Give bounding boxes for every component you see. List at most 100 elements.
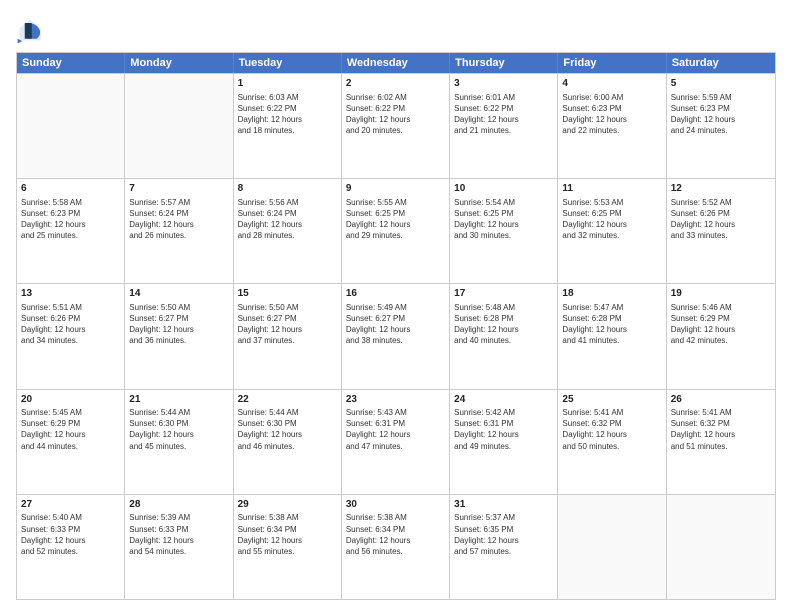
day-number: 22 (238, 393, 337, 407)
cell-text: Sunrise: 5:49 AMSunset: 6:27 PMDaylight:… (346, 302, 445, 347)
cell-text: Sunrise: 6:01 AMSunset: 6:22 PMDaylight:… (454, 92, 553, 137)
header-day-friday: Friday (558, 53, 666, 73)
day-number: 1 (238, 77, 337, 91)
header-day-sunday: Sunday (17, 53, 125, 73)
calendar-cell: 26Sunrise: 5:41 AMSunset: 6:32 PMDayligh… (667, 390, 775, 494)
calendar-header: SundayMondayTuesdayWednesdayThursdayFrid… (17, 53, 775, 73)
cell-text: Sunrise: 5:55 AMSunset: 6:25 PMDaylight:… (346, 197, 445, 242)
cell-text: Sunrise: 5:42 AMSunset: 6:31 PMDaylight:… (454, 407, 553, 452)
day-number: 27 (21, 498, 120, 512)
calendar-row-2: 6Sunrise: 5:58 AMSunset: 6:23 PMDaylight… (17, 178, 775, 283)
calendar-cell (558, 495, 666, 599)
cell-text: Sunrise: 5:45 AMSunset: 6:29 PMDaylight:… (21, 407, 120, 452)
calendar-cell: 28Sunrise: 5:39 AMSunset: 6:33 PMDayligh… (125, 495, 233, 599)
calendar-cell: 30Sunrise: 5:38 AMSunset: 6:34 PMDayligh… (342, 495, 450, 599)
calendar-cell: 9Sunrise: 5:55 AMSunset: 6:25 PMDaylight… (342, 179, 450, 283)
calendar-cell: 8Sunrise: 5:56 AMSunset: 6:24 PMDaylight… (234, 179, 342, 283)
calendar-cell: 22Sunrise: 5:44 AMSunset: 6:30 PMDayligh… (234, 390, 342, 494)
cell-text: Sunrise: 5:38 AMSunset: 6:34 PMDaylight:… (238, 512, 337, 557)
cell-text: Sunrise: 5:43 AMSunset: 6:31 PMDaylight:… (346, 407, 445, 452)
calendar-cell: 6Sunrise: 5:58 AMSunset: 6:23 PMDaylight… (17, 179, 125, 283)
day-number: 18 (562, 287, 661, 301)
calendar-cell: 21Sunrise: 5:44 AMSunset: 6:30 PMDayligh… (125, 390, 233, 494)
calendar-cell: 20Sunrise: 5:45 AMSunset: 6:29 PMDayligh… (17, 390, 125, 494)
calendar-cell (17, 74, 125, 178)
calendar: SundayMondayTuesdayWednesdayThursdayFrid… (16, 52, 776, 600)
day-number: 11 (562, 182, 661, 196)
cell-text: Sunrise: 5:57 AMSunset: 6:24 PMDaylight:… (129, 197, 228, 242)
cell-text: Sunrise: 5:50 AMSunset: 6:27 PMDaylight:… (129, 302, 228, 347)
day-number: 24 (454, 393, 553, 407)
cell-text: Sunrise: 6:02 AMSunset: 6:22 PMDaylight:… (346, 92, 445, 137)
page: ▶ SundayMondayTuesdayWednesdayThursdayFr… (0, 0, 792, 612)
calendar-cell: 27Sunrise: 5:40 AMSunset: 6:33 PMDayligh… (17, 495, 125, 599)
cell-text: Sunrise: 5:50 AMSunset: 6:27 PMDaylight:… (238, 302, 337, 347)
calendar-cell: 4Sunrise: 6:00 AMSunset: 6:23 PMDaylight… (558, 74, 666, 178)
calendar-cell: 14Sunrise: 5:50 AMSunset: 6:27 PMDayligh… (125, 284, 233, 388)
header: ▶ (16, 12, 776, 44)
day-number: 20 (21, 393, 120, 407)
day-number: 5 (671, 77, 771, 91)
cell-text: Sunrise: 5:44 AMSunset: 6:30 PMDaylight:… (238, 407, 337, 452)
calendar-cell: 16Sunrise: 5:49 AMSunset: 6:27 PMDayligh… (342, 284, 450, 388)
calendar-body: 1Sunrise: 6:03 AMSunset: 6:22 PMDaylight… (17, 73, 775, 599)
calendar-cell: 12Sunrise: 5:52 AMSunset: 6:26 PMDayligh… (667, 179, 775, 283)
logo: ▶ (16, 16, 48, 44)
day-number: 16 (346, 287, 445, 301)
cell-text: Sunrise: 5:48 AMSunset: 6:28 PMDaylight:… (454, 302, 553, 347)
cell-text: Sunrise: 5:40 AMSunset: 6:33 PMDaylight:… (21, 512, 120, 557)
calendar-cell: 10Sunrise: 5:54 AMSunset: 6:25 PMDayligh… (450, 179, 558, 283)
header-day-saturday: Saturday (667, 53, 775, 73)
cell-text: Sunrise: 5:44 AMSunset: 6:30 PMDaylight:… (129, 407, 228, 452)
calendar-cell: 15Sunrise: 5:50 AMSunset: 6:27 PMDayligh… (234, 284, 342, 388)
day-number: 3 (454, 77, 553, 91)
cell-text: Sunrise: 6:03 AMSunset: 6:22 PMDaylight:… (238, 92, 337, 137)
calendar-cell: 7Sunrise: 5:57 AMSunset: 6:24 PMDaylight… (125, 179, 233, 283)
calendar-cell: 1Sunrise: 6:03 AMSunset: 6:22 PMDaylight… (234, 74, 342, 178)
day-number: 4 (562, 77, 661, 91)
calendar-cell: 3Sunrise: 6:01 AMSunset: 6:22 PMDaylight… (450, 74, 558, 178)
calendar-row-1: 1Sunrise: 6:03 AMSunset: 6:22 PMDaylight… (17, 73, 775, 178)
header-day-monday: Monday (125, 53, 233, 73)
day-number: 19 (671, 287, 771, 301)
cell-text: Sunrise: 5:56 AMSunset: 6:24 PMDaylight:… (238, 197, 337, 242)
header-day-thursday: Thursday (450, 53, 558, 73)
day-number: 21 (129, 393, 228, 407)
cell-text: Sunrise: 5:51 AMSunset: 6:26 PMDaylight:… (21, 302, 120, 347)
cell-text: Sunrise: 5:39 AMSunset: 6:33 PMDaylight:… (129, 512, 228, 557)
calendar-cell: 2Sunrise: 6:02 AMSunset: 6:22 PMDaylight… (342, 74, 450, 178)
day-number: 12 (671, 182, 771, 196)
calendar-cell: 24Sunrise: 5:42 AMSunset: 6:31 PMDayligh… (450, 390, 558, 494)
day-number: 7 (129, 182, 228, 196)
day-number: 28 (129, 498, 228, 512)
day-number: 17 (454, 287, 553, 301)
calendar-cell: 31Sunrise: 5:37 AMSunset: 6:35 PMDayligh… (450, 495, 558, 599)
day-number: 25 (562, 393, 661, 407)
calendar-row-3: 13Sunrise: 5:51 AMSunset: 6:26 PMDayligh… (17, 283, 775, 388)
day-number: 31 (454, 498, 553, 512)
cell-text: Sunrise: 5:46 AMSunset: 6:29 PMDaylight:… (671, 302, 771, 347)
cell-text: Sunrise: 5:41 AMSunset: 6:32 PMDaylight:… (671, 407, 771, 452)
calendar-cell: 5Sunrise: 5:59 AMSunset: 6:23 PMDaylight… (667, 74, 775, 178)
day-number: 13 (21, 287, 120, 301)
day-number: 30 (346, 498, 445, 512)
cell-text: Sunrise: 5:47 AMSunset: 6:28 PMDaylight:… (562, 302, 661, 347)
calendar-cell: 18Sunrise: 5:47 AMSunset: 6:28 PMDayligh… (558, 284, 666, 388)
calendar-cell (125, 74, 233, 178)
calendar-cell: 29Sunrise: 5:38 AMSunset: 6:34 PMDayligh… (234, 495, 342, 599)
logo-icon: ▶ (16, 16, 44, 44)
day-number: 23 (346, 393, 445, 407)
calendar-cell: 19Sunrise: 5:46 AMSunset: 6:29 PMDayligh… (667, 284, 775, 388)
calendar-cell: 17Sunrise: 5:48 AMSunset: 6:28 PMDayligh… (450, 284, 558, 388)
calendar-row-5: 27Sunrise: 5:40 AMSunset: 6:33 PMDayligh… (17, 494, 775, 599)
day-number: 9 (346, 182, 445, 196)
cell-text: Sunrise: 5:52 AMSunset: 6:26 PMDaylight:… (671, 197, 771, 242)
day-number: 2 (346, 77, 445, 91)
cell-text: Sunrise: 5:53 AMSunset: 6:25 PMDaylight:… (562, 197, 661, 242)
calendar-cell: 25Sunrise: 5:41 AMSunset: 6:32 PMDayligh… (558, 390, 666, 494)
cell-text: Sunrise: 5:37 AMSunset: 6:35 PMDaylight:… (454, 512, 553, 557)
calendar-cell (667, 495, 775, 599)
cell-text: Sunrise: 5:41 AMSunset: 6:32 PMDaylight:… (562, 407, 661, 452)
cell-text: Sunrise: 5:54 AMSunset: 6:25 PMDaylight:… (454, 197, 553, 242)
day-number: 8 (238, 182, 337, 196)
